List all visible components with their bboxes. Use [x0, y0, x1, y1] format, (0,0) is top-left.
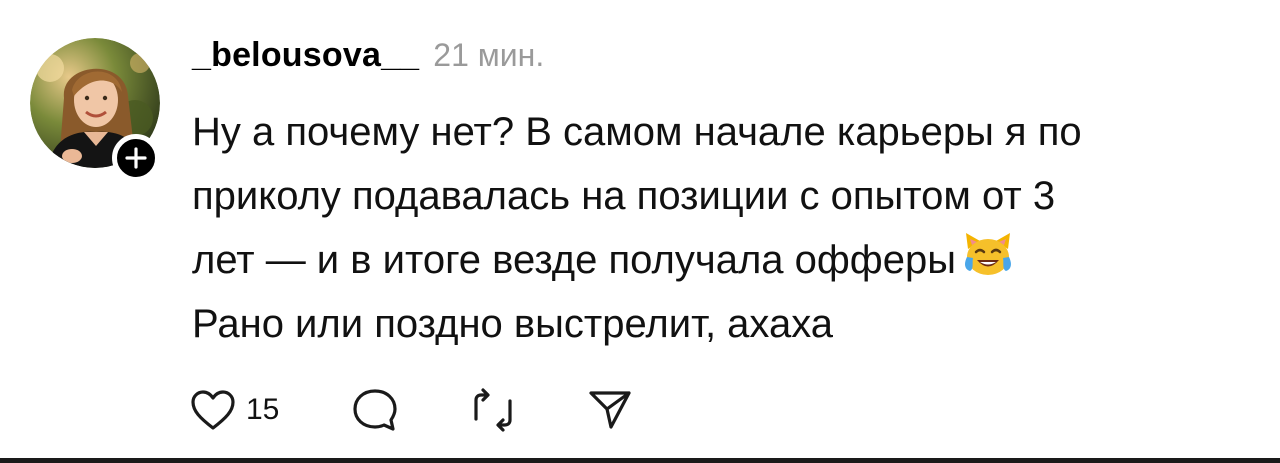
cat-tears-of-joy-emoji-icon: [964, 233, 1011, 275]
repost-button[interactable]: [471, 387, 515, 433]
repost-icon: [474, 388, 512, 432]
like-button[interactable]: 15: [190, 389, 279, 431]
heart-icon: [191, 390, 235, 430]
plus-icon: [125, 147, 147, 169]
reply-button[interactable]: [351, 387, 399, 433]
post-header: _belousova__ 21 мин.: [192, 36, 544, 88]
comment-post: _belousova__ 21 мин. Ну а почему нет? В …: [0, 0, 1280, 463]
send-icon: [589, 391, 631, 429]
username-link[interactable]: _belousova__: [192, 36, 419, 75]
comment-line-1: Ну а почему нет? В самом начале карьеры …: [192, 110, 1082, 154]
follow-button[interactable]: [112, 134, 160, 182]
share-button[interactable]: [587, 387, 633, 433]
comment-line-2: приколу подавалась на позиции с опытом о…: [192, 174, 1056, 218]
comment-icon: [353, 389, 397, 431]
avatar-container[interactable]: [30, 38, 160, 182]
comment-text: Ну а почему нет? В самом начале карьеры …: [192, 100, 1232, 356]
comment-line-3: лет — и в итоге везде получала офферы: [192, 238, 956, 282]
timestamp: 21 мин.: [433, 37, 545, 73]
divider: [0, 458, 1280, 463]
action-bar: 15: [190, 380, 633, 440]
comment-line-4: Рано или поздно выстрелит, ахаха: [192, 302, 834, 346]
comment-line-3-wrap: лет — и в итоге везде получала офферы: [192, 228, 1232, 292]
like-count: 15: [246, 393, 280, 426]
